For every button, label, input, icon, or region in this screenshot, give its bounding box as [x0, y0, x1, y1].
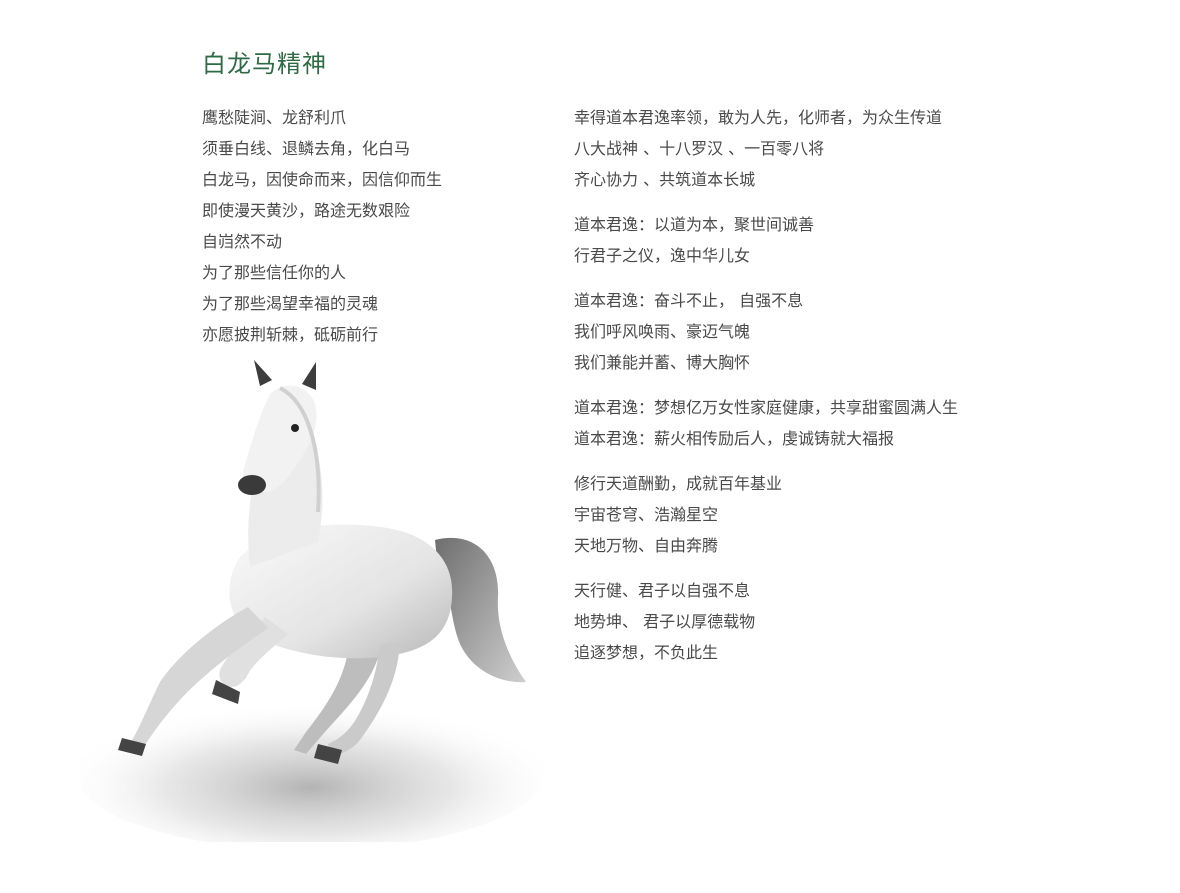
poem-line: 天地万物、自由奔腾: [574, 536, 719, 555]
poem-line: 鹰愁陡涧、龙舒利爪: [202, 108, 347, 127]
poem-line: 我们呼风唤雨、豪迈气魄: [574, 322, 751, 341]
horse-eye: [291, 424, 299, 432]
stanza: 道本君逸：奋斗不止， 自强不息 我们呼风唤雨、豪迈气魄 我们兼能并蓄、博大胸怀: [574, 285, 1154, 378]
horse-ear-right: [302, 362, 316, 390]
poem-line: 我们兼能并蓄、博大胸怀: [574, 353, 751, 372]
poem-line: 行君子之仪，逸中华儿女: [574, 246, 751, 265]
poem-line: 为了那些渴望幸福的灵魂: [202, 294, 379, 313]
stanza: 天行健、君子以自强不息 地势坤、 君子以厚德载物 追逐梦想，不负此生: [574, 575, 1154, 668]
poem-line: 自岿然不动: [202, 232, 283, 251]
stanza: 修行天道酬勤，成就百年基业 宇宙苍穹、浩瀚星空 天地万物、自由奔腾: [574, 468, 1154, 561]
poem-line: 齐心协力 、共筑道本长城: [574, 170, 756, 189]
stanza: 道本君逸：梦想亿万女性家庭健康，共享甜蜜圆满人生 道本君逸：薪火相传励后人，虔诚…: [574, 392, 1154, 454]
poem-line: 道本君逸：奋斗不止， 自强不息: [574, 291, 804, 310]
poem-line: 追逐梦想，不负此生: [574, 643, 719, 662]
stanza: 幸得道本君逸率领，敢为人先，化师者，为众生传道 八大战神 、十八罗汉 、一百零八…: [574, 102, 1154, 195]
poem-line: 亦愿披荆斩棘，砥砺前行: [202, 325, 379, 344]
poem-line: 修行天道酬勤，成就百年基业: [574, 474, 783, 493]
poem-line: 八大战神 、十八罗汉 、一百零八将: [574, 139, 825, 158]
right-poem: 幸得道本君逸率领，敢为人先，化师者，为众生传道 八大战神 、十八罗汉 、一百零八…: [574, 102, 1154, 682]
poem-line: 宇宙苍穹、浩瀚星空: [574, 505, 719, 524]
poem-line: 即使漫天黄沙，路途无数艰险: [202, 201, 411, 220]
white-horse-image: [80, 360, 545, 842]
poem-line: 天行健、君子以自强不息: [574, 581, 751, 600]
poem-line: 为了那些信任你的人: [202, 263, 347, 282]
poem-line: 道本君逸：薪火相传励后人，虔诚铸就大福报: [574, 429, 895, 448]
page-title: 白龙马精神: [202, 50, 327, 78]
poem-line: 地势坤、 君子以厚德载物: [574, 612, 756, 631]
stanza: 道本君逸：以道为本，聚世间诚善 行君子之仪，逸中华儿女: [574, 209, 1154, 271]
poem-line: 道本君逸：以道为本，聚世间诚善: [574, 215, 815, 234]
poem-line: 道本君逸：梦想亿万女性家庭健康，共享甜蜜圆满人生: [574, 398, 959, 417]
horse-nose: [238, 475, 266, 495]
poem-line: 幸得道本君逸率领，敢为人先，化师者，为众生传道: [574, 108, 943, 127]
poem-line: 须垂白线、退鳞去角，化白马: [202, 139, 411, 158]
horse-ear-left: [254, 360, 272, 386]
poem-line: 白龙马，因使命而来，因信仰而生: [202, 170, 443, 189]
left-poem: 鹰愁陡涧、龙舒利爪 须垂白线、退鳞去角，化白马 白龙马，因使命而来，因信仰而生 …: [202, 102, 542, 350]
